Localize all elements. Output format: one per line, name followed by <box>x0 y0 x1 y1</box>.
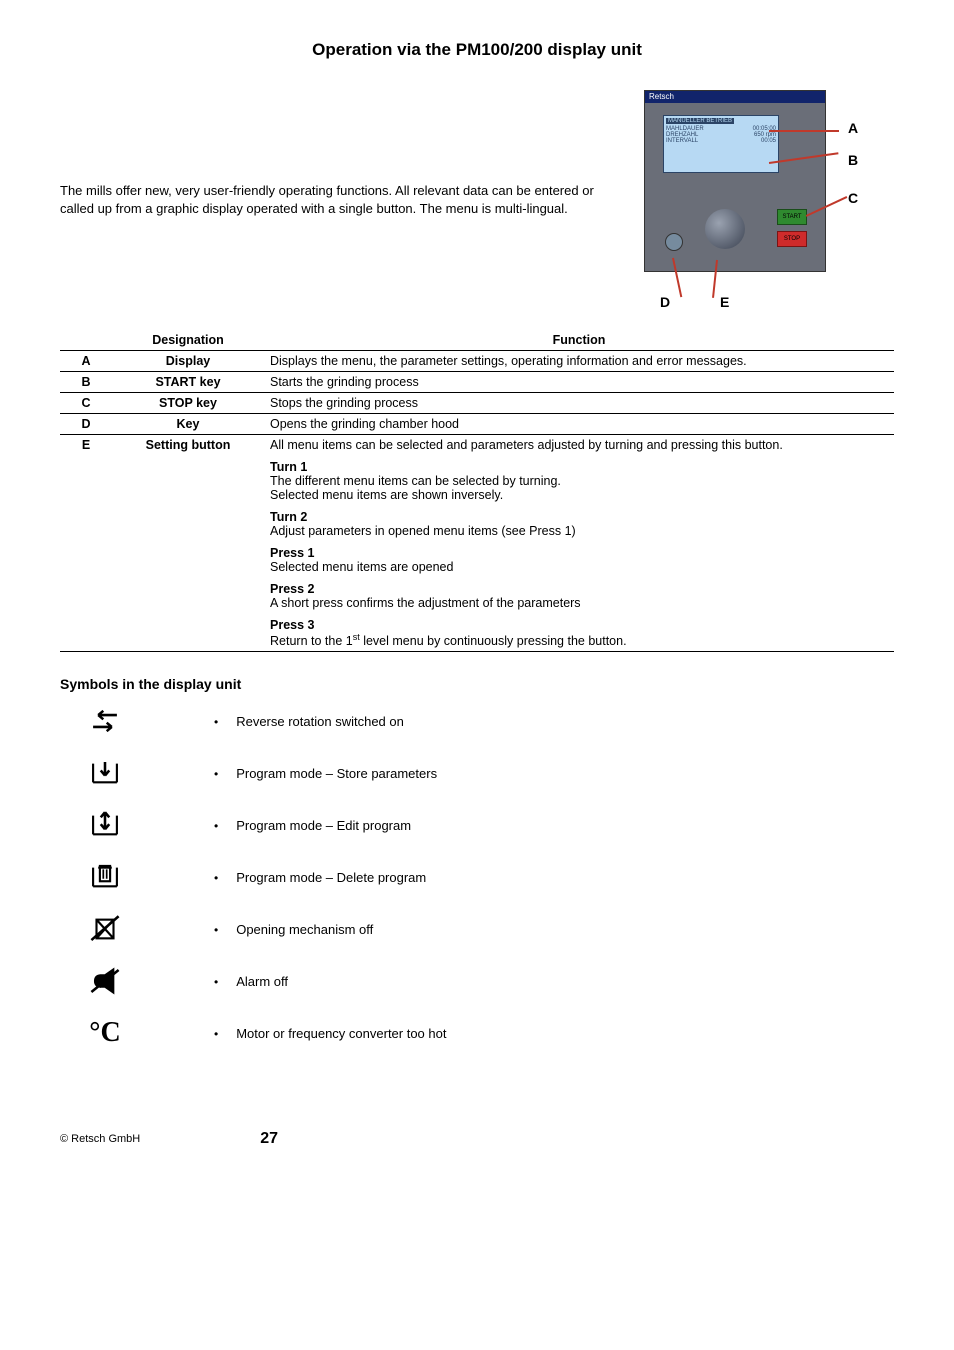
label-a: A <box>848 120 858 136</box>
store-parameters-icon <box>86 756 124 790</box>
row-function: Displays the menu, the parameter setting… <box>264 351 894 372</box>
table-row: E Setting button All menu items can be s… <box>60 435 894 652</box>
blk-text: The different menu items can be selected… <box>270 474 561 502</box>
temperature-icon: °C <box>86 1016 124 1050</box>
row-id: E <box>60 435 112 652</box>
alarm-off-icon <box>86 964 124 998</box>
row-id: C <box>60 393 112 414</box>
blk-sup: st <box>353 632 360 642</box>
reference-table: Designation Function A Display Displays … <box>60 330 894 652</box>
label-b: B <box>848 152 858 168</box>
blk-head: Press 1 <box>270 546 314 560</box>
device-stop-button: STOP <box>777 231 807 247</box>
row-designation: Key <box>112 414 264 435</box>
brand-strip: Retsch <box>645 91 825 103</box>
row-designation: Display <box>112 351 264 372</box>
table-row: D Key Opens the grinding chamber hood <box>60 414 894 435</box>
symbol-row: Reverse rotation switched on <box>86 704 894 738</box>
symbol-row: Alarm off <box>86 964 894 998</box>
row-id: D <box>60 414 112 435</box>
row-function: All menu items can be selected and param… <box>264 435 894 652</box>
symbol-text: Motor or frequency converter too hot <box>214 1026 446 1041</box>
th-function: Function <box>264 330 894 351</box>
copyright: © Retsch GmbH <box>60 1133 140 1145</box>
label-c: C <box>848 190 858 206</box>
blk-text: Selected menu items are opened <box>270 560 453 574</box>
blk-text: Return to the 1 <box>270 634 353 648</box>
symbol-row: Opening mechanism off <box>86 912 894 946</box>
table-row: B START key Starts the grinding process <box>60 372 894 393</box>
table-row: C STOP key Stops the grinding process <box>60 393 894 414</box>
symbol-text: Opening mechanism off <box>214 922 373 937</box>
label-d: D <box>660 294 670 310</box>
symbol-row: Program mode – Edit program <box>86 808 894 842</box>
opening-mechanism-off-icon <box>86 912 124 946</box>
symbol-text: Program mode – Delete program <box>214 870 426 885</box>
blk-head: Press 2 <box>270 582 314 596</box>
row-function: Stops the grinding process <box>264 393 894 414</box>
symbol-row: Program mode – Delete program <box>86 860 894 894</box>
th-designation: Designation <box>112 330 264 351</box>
page-footer: © Retsch GmbH 27 <box>60 1130 894 1148</box>
symbol-row: °C Motor or frequency converter too hot <box>86 1016 894 1050</box>
blk-text: level menu by continuously pressing the … <box>360 634 627 648</box>
edit-program-icon <box>86 808 124 842</box>
row-id: A <box>60 351 112 372</box>
row-id: B <box>60 372 112 393</box>
reverse-rotation-icon <box>86 704 124 738</box>
table-row: A Display Displays the menu, the paramet… <box>60 351 894 372</box>
device-figure: Retsch MANUELLER BETRIEB MAHLDAUER00:05:… <box>634 90 894 310</box>
blk-head: Press 3 <box>270 618 314 632</box>
blk-text: A short press confirms the adjustment of… <box>270 596 581 610</box>
func-intro: All menu items can be selected and param… <box>270 438 888 452</box>
row-function: Opens the grinding chamber hood <box>264 414 894 435</box>
screen-cell: INTERVALL <box>666 138 698 144</box>
screen-header: MANUELLER BETRIEB <box>666 118 734 124</box>
device-screen: MANUELLER BETRIEB MAHLDAUER00:05:00 DREH… <box>663 115 779 173</box>
device-key <box>665 233 683 251</box>
delete-program-icon <box>86 860 124 894</box>
blk-head: Turn 2 <box>270 510 307 524</box>
symbols-list: Reverse rotation switched on Program mod… <box>86 704 894 1050</box>
symbol-text: Program mode – Edit program <box>214 818 411 833</box>
symbols-heading: Symbols in the display unit <box>60 676 894 692</box>
label-e: E <box>720 294 729 310</box>
row-function: Starts the grinding process <box>264 372 894 393</box>
page-title: Operation via the PM100/200 display unit <box>60 40 894 60</box>
blk-head: Turn 1 <box>270 460 307 474</box>
device-knob <box>705 209 745 249</box>
row-designation: START key <box>112 372 264 393</box>
symbol-text: Alarm off <box>214 974 288 989</box>
symbol-text: Program mode – Store parameters <box>214 766 437 781</box>
row-designation: Setting button <box>112 435 264 652</box>
symbol-text: Reverse rotation switched on <box>214 714 404 729</box>
page-number: 27 <box>260 1130 278 1148</box>
blk-text: Adjust parameters in opened menu items (… <box>270 524 576 538</box>
row-designation: STOP key <box>112 393 264 414</box>
symbol-row: Program mode – Store parameters <box>86 756 894 790</box>
device-start-button: START <box>777 209 807 225</box>
screen-cell: 00:05 <box>761 138 776 144</box>
intro-paragraph: The mills offer new, very user-friendly … <box>60 182 594 218</box>
